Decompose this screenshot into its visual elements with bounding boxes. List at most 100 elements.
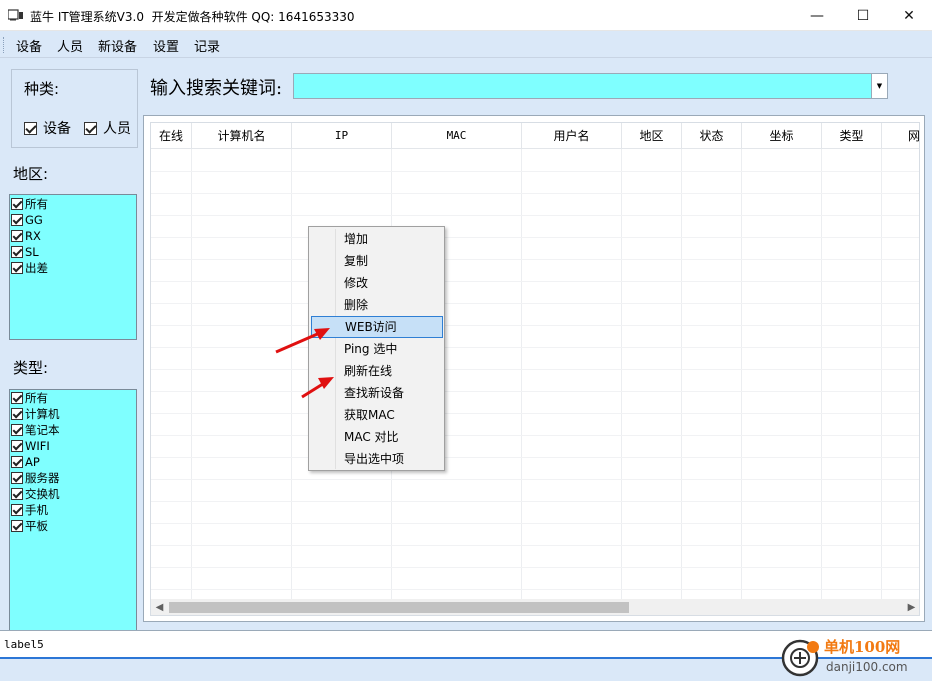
minimize-button[interactable]: — <box>794 0 840 31</box>
checkbox-checked-icon <box>11 488 23 500</box>
context-item-add[interactable]: 增加 <box>311 228 443 250</box>
type-item[interactable]: 手机 <box>10 502 136 518</box>
region-item-label: RX <box>25 229 41 243</box>
grid-line <box>151 479 919 480</box>
column-header[interactable]: 坐标 <box>742 123 822 149</box>
scrollbar-thumb[interactable] <box>169 602 629 613</box>
column-header[interactable]: 用户名 <box>522 123 622 149</box>
context-item-mac-compare[interactable]: MAC 对比 <box>311 426 443 448</box>
column-header[interactable]: 计算机名 <box>192 123 292 149</box>
grid-line <box>151 303 919 304</box>
column-header[interactable]: 网 <box>882 123 919 149</box>
grid-line <box>151 523 919 524</box>
grid-line <box>151 589 919 590</box>
type-item[interactable]: 笔记本 <box>10 422 136 438</box>
checkbox-checked-icon <box>11 246 23 258</box>
grid-line <box>621 149 622 599</box>
menu-grip <box>3 37 6 53</box>
grid-line <box>151 325 919 326</box>
watermark: 单机100网 danji100.com <box>780 632 930 680</box>
region-item[interactable]: RX <box>10 228 136 244</box>
search-label: 输入搜索关键词: <box>150 78 283 99</box>
watermark-logo-icon <box>781 639 819 677</box>
type-item[interactable]: 交换机 <box>10 486 136 502</box>
grid-line <box>151 413 919 414</box>
column-header[interactable]: 类型 <box>822 123 882 149</box>
search-dropdown-button[interactable]: ▼ <box>871 73 888 99</box>
type-item-label: 服务器 <box>25 471 60 485</box>
menu-bar: 设备 人员 新设备 设置 记录 <box>0 31 932 58</box>
context-item-edit[interactable]: 修改 <box>311 272 443 294</box>
menu-device[interactable]: 设备 <box>16 36 42 55</box>
kind-person-checkbox[interactable]: 人员 <box>84 118 131 138</box>
type-item-label: 交换机 <box>25 487 60 501</box>
column-header[interactable]: 在线 <box>151 123 192 149</box>
region-label: 地区: <box>13 165 49 183</box>
grid-line <box>821 149 822 599</box>
region-item[interactable]: GG <box>10 212 136 228</box>
status-text: label5 <box>4 638 44 651</box>
type-item-label: AP <box>25 455 40 469</box>
kind-device-checkbox[interactable]: 设备 <box>24 118 71 138</box>
type-item[interactable]: WIFI <box>10 438 136 454</box>
type-item[interactable]: 所有 <box>10 390 136 406</box>
region-item[interactable]: 出差 <box>10 260 136 276</box>
grid-viewport: 在线 计算机名 IP MAC 用户名 地区 状态 坐标 类型 网 ◀ ▶ <box>150 122 920 616</box>
grid-line <box>741 149 742 599</box>
context-item-export-selected[interactable]: 导出选中项 <box>311 448 443 470</box>
red-arrow-icon <box>275 328 330 354</box>
scroll-right-icon[interactable]: ▶ <box>903 600 919 615</box>
grid-line <box>151 369 919 370</box>
kind-device-label: 设备 <box>43 121 71 137</box>
minimize-icon: — <box>810 7 824 24</box>
type-item-label: 笔记本 <box>25 423 60 437</box>
grid-line <box>191 149 192 599</box>
menu-settings[interactable]: 设置 <box>153 36 179 55</box>
grid-line <box>151 457 919 458</box>
title-bar: 蓝牛 IT管理系统V3.0 开发定做各种软件 QQ: 1641653330 — … <box>0 0 932 31</box>
type-item-label: 计算机 <box>25 407 60 421</box>
column-header[interactable]: MAC <box>392 123 522 149</box>
checkbox-checked-icon <box>11 214 23 226</box>
region-item-label: GG <box>25 213 43 227</box>
context-item-copy[interactable]: 复制 <box>311 250 443 272</box>
type-item[interactable]: 计算机 <box>10 406 136 422</box>
scroll-left-icon[interactable]: ◀ <box>151 600 168 615</box>
region-checklist[interactable]: 所有 GG RX SL 出差 <box>9 194 137 340</box>
checkbox-checked-icon <box>11 424 23 436</box>
column-header[interactable]: IP <box>292 123 392 149</box>
search-input[interactable] <box>293 73 871 99</box>
app-icon <box>8 9 23 21</box>
context-item-delete[interactable]: 删除 <box>311 294 443 316</box>
menu-records[interactable]: 记录 <box>194 36 220 55</box>
menu-person[interactable]: 人员 <box>57 36 83 55</box>
annotation-arrows <box>275 328 334 399</box>
type-item-label: 手机 <box>25 503 48 517</box>
region-item[interactable]: 所有 <box>10 196 136 212</box>
menu-new-device[interactable]: 新设备 <box>98 36 137 55</box>
column-header[interactable]: 状态 <box>682 123 742 149</box>
grid-line <box>151 215 919 216</box>
grid-line <box>151 391 919 392</box>
checkbox-checked-icon <box>11 392 23 404</box>
kind-person-label: 人员 <box>103 121 131 137</box>
type-item-label: 所有 <box>25 391 48 405</box>
type-item[interactable]: 服务器 <box>10 470 136 486</box>
type-checklist[interactable]: 所有 计算机 笔记本 WIFI AP 服务器 交换机 手机 平板 <box>9 389 137 631</box>
close-button[interactable]: ✕ <box>886 0 932 31</box>
type-item[interactable]: 平板 <box>10 518 136 534</box>
checkbox-checked-icon <box>11 262 23 274</box>
red-arrow-icon <box>301 377 334 399</box>
device-grid[interactable]: 在线 计算机名 IP MAC 用户名 地区 状态 坐标 类型 网 ◀ ▶ <box>143 115 925 622</box>
grid-line <box>681 149 682 599</box>
checkbox-checked-icon <box>11 198 23 210</box>
maximize-button[interactable]: ☐ <box>840 0 886 31</box>
horizontal-scrollbar[interactable]: ◀ ▶ <box>151 599 919 615</box>
type-item[interactable]: AP <box>10 454 136 470</box>
grid-line <box>151 501 919 502</box>
region-item-label: 所有 <box>25 197 48 211</box>
region-item[interactable]: SL <box>10 244 136 260</box>
column-header[interactable]: 地区 <box>622 123 682 149</box>
context-item-get-mac[interactable]: 获取MAC <box>311 404 443 426</box>
grid-line <box>151 281 919 282</box>
